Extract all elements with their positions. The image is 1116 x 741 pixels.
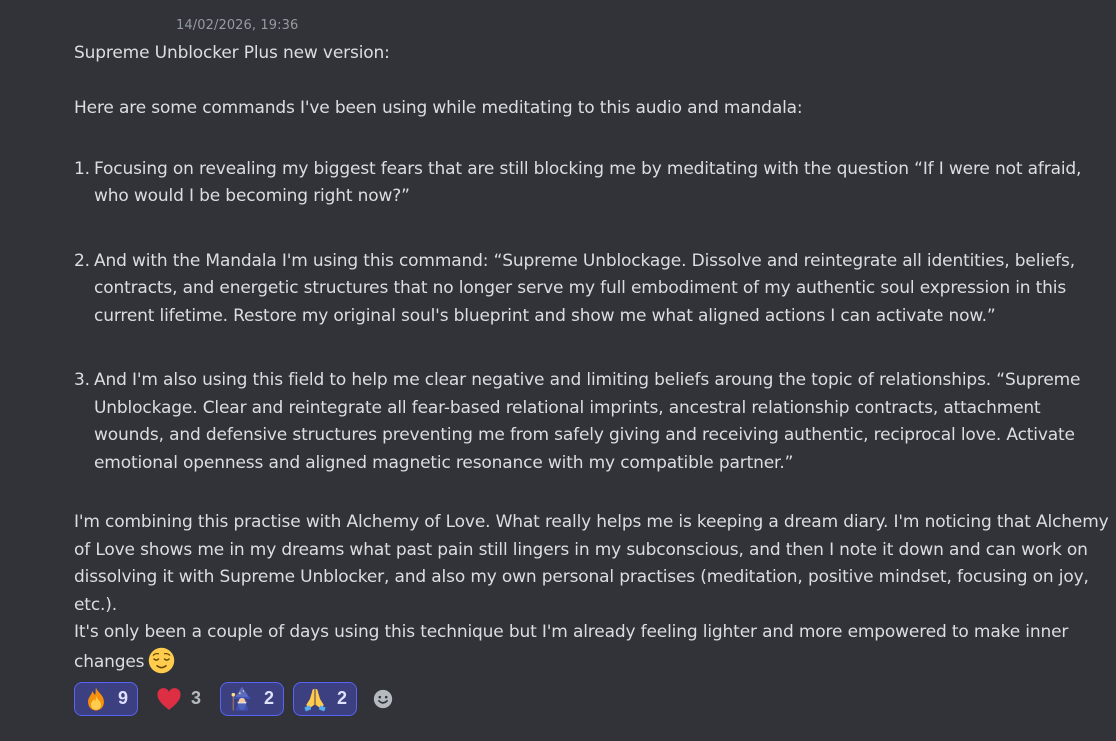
relieved-face-emoji[interactable] [148, 647, 175, 674]
message-closing-line: It's only been a couple of days using th… [74, 619, 1114, 676]
list-item-text: Focusing on revealing my biggest fears t… [94, 158, 1082, 207]
fire-emoji [88, 686, 104, 711]
list-item: 2. And with the Mandala I'm using this c… [74, 248, 1114, 331]
reaction-count: 9 [118, 688, 129, 708]
reaction-count: 3 [191, 688, 202, 708]
reaction-mage[interactable]: 2 [220, 681, 285, 716]
list-item-number: 3. [74, 370, 90, 390]
smiley-add-reaction-icon [373, 689, 393, 708]
list-item-number: 2. [74, 250, 90, 271]
message-closing-paragraph: I'm combining this practise with Alchemy… [74, 512, 1109, 615]
mage-emoji [231, 686, 251, 711]
reaction-folded-hands[interactable]: 2 [293, 681, 358, 716]
reaction-fire[interactable]: 9 [74, 681, 139, 716]
list-item-number: 1. [74, 158, 90, 179]
list-item-text: And I'm also using this field to help me… [94, 370, 1081, 473]
list-item: 1. Focusing on revealing my biggest fear… [74, 156, 1114, 211]
message-intro: Here are some commands I've been using w… [74, 98, 803, 118]
add-reaction-button[interactable] [368, 684, 398, 714]
message-closing-text: It's only been a couple of days using th… [74, 622, 1069, 672]
reaction-count: 2 [337, 688, 348, 708]
message-content: Supreme Unblocker Plus new version: Here… [74, 40, 1114, 676]
list-item: 3. And I'm also using this field to help… [74, 367, 1114, 477]
command-list: 1. Focusing on revealing my biggest fear… [74, 156, 1114, 478]
reactions-bar: 9 3 2 2 [74, 680, 398, 717]
red-heart-emoji [157, 687, 181, 710]
message-timestamp[interactable]: 14/02/2026, 19:36 [176, 18, 298, 33]
list-item-text: And with the Mandala I'm using this comm… [94, 250, 1075, 326]
reaction-heart[interactable]: 3 [147, 682, 211, 716]
message-title-line: Supreme Unblocker Plus new version: [74, 43, 390, 63]
folded-hands-emoji [304, 688, 326, 711]
reaction-count: 2 [264, 688, 275, 708]
